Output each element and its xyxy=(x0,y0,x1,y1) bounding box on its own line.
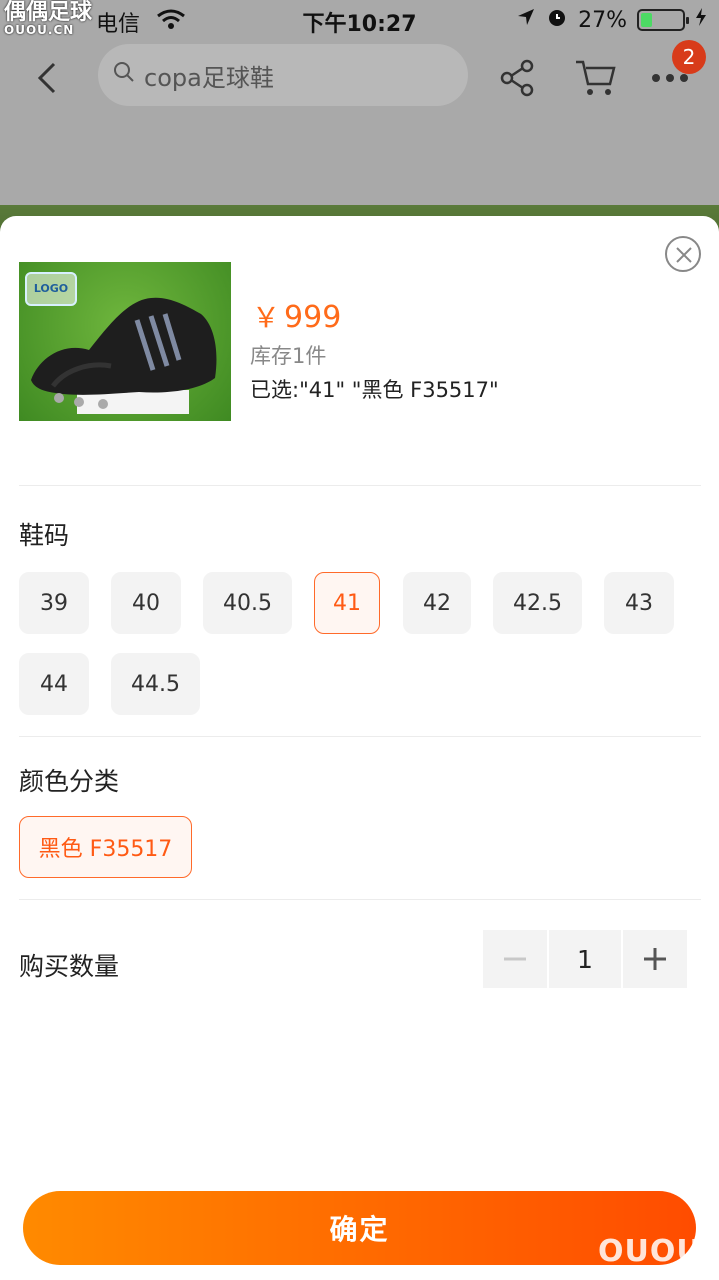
size-option-44[interactable]: 44 xyxy=(19,653,89,715)
plus-icon xyxy=(644,948,666,970)
battery-fill xyxy=(641,13,652,27)
confirm-button[interactable]: 确定 xyxy=(23,1191,696,1265)
product-thumbnail: LOGO xyxy=(19,262,231,421)
stock-info: 库存1件 xyxy=(250,344,327,368)
cart-icon[interactable] xyxy=(574,58,618,98)
quantity-value[interactable]: 1 xyxy=(549,930,621,988)
search-text: copa足球鞋 xyxy=(144,63,274,92)
watermark-name: 偶偶足球 xyxy=(4,0,93,25)
notification-badge: 2 xyxy=(672,40,706,74)
nav-bar: copa足球鞋 xyxy=(0,40,719,120)
search-input[interactable]: copa足球鞋 xyxy=(98,44,468,106)
share-icon[interactable] xyxy=(498,58,538,98)
minus-icon xyxy=(504,957,526,961)
location-arrow-icon xyxy=(516,7,536,33)
decrease-button[interactable] xyxy=(483,930,547,988)
back-icon[interactable] xyxy=(30,58,70,98)
price: ￥ 999 xyxy=(252,296,341,336)
size-option-41[interactable]: 41 xyxy=(314,572,380,634)
size-option-40[interactable]: 40 xyxy=(111,572,181,634)
increase-button[interactable] xyxy=(623,930,687,988)
divider xyxy=(19,485,701,486)
search-icon xyxy=(112,60,136,90)
charging-icon xyxy=(695,7,707,33)
sku-selector-sheet: LOGO ￥ 999 库存1件 已选:"41" "黑色 F35517" 鞋码 39… xyxy=(0,216,719,1280)
watermark-logo: 偶偶足球 OUOU.CN xyxy=(4,0,98,37)
price-value: 999 xyxy=(284,300,342,335)
status-bar: 电信 下午10:27 27% xyxy=(0,0,719,40)
battery-icon xyxy=(637,9,689,31)
size-option-43[interactable]: 43 xyxy=(604,572,674,634)
corner-watermark: OUOU xyxy=(598,1234,702,1269)
color-option-black[interactable]: 黑色 F35517 xyxy=(19,816,192,878)
background-page: 电信 下午10:27 27% 偶偶足球 OUOU.CN copa足球鞋 2 xyxy=(0,0,719,240)
divider xyxy=(19,736,701,737)
size-option-44-5[interactable]: 44.5 xyxy=(111,653,200,715)
currency-symbol: ￥ xyxy=(252,301,281,334)
size-option-42[interactable]: 42 xyxy=(403,572,471,634)
product-image-logo: LOGO xyxy=(25,272,77,306)
size-option-42-5[interactable]: 42.5 xyxy=(493,572,582,634)
color-section-title: 颜色分类 xyxy=(19,767,120,796)
watermark-url: OUOU.CN xyxy=(4,23,75,37)
status-right: 27% xyxy=(516,6,707,34)
quantity-label: 购买数量 xyxy=(19,952,120,981)
alarm-icon xyxy=(546,6,568,34)
battery-percent: 27% xyxy=(578,7,627,33)
size-section-title: 鞋码 xyxy=(19,521,70,550)
size-option-40-5[interactable]: 40.5 xyxy=(203,572,292,634)
selected-summary: 已选:"41" "黑色 F35517" xyxy=(250,378,499,402)
size-option-39[interactable]: 39 xyxy=(19,572,89,634)
quantity-stepper: 1 xyxy=(483,930,687,988)
close-icon[interactable] xyxy=(665,236,701,272)
divider xyxy=(19,899,701,900)
